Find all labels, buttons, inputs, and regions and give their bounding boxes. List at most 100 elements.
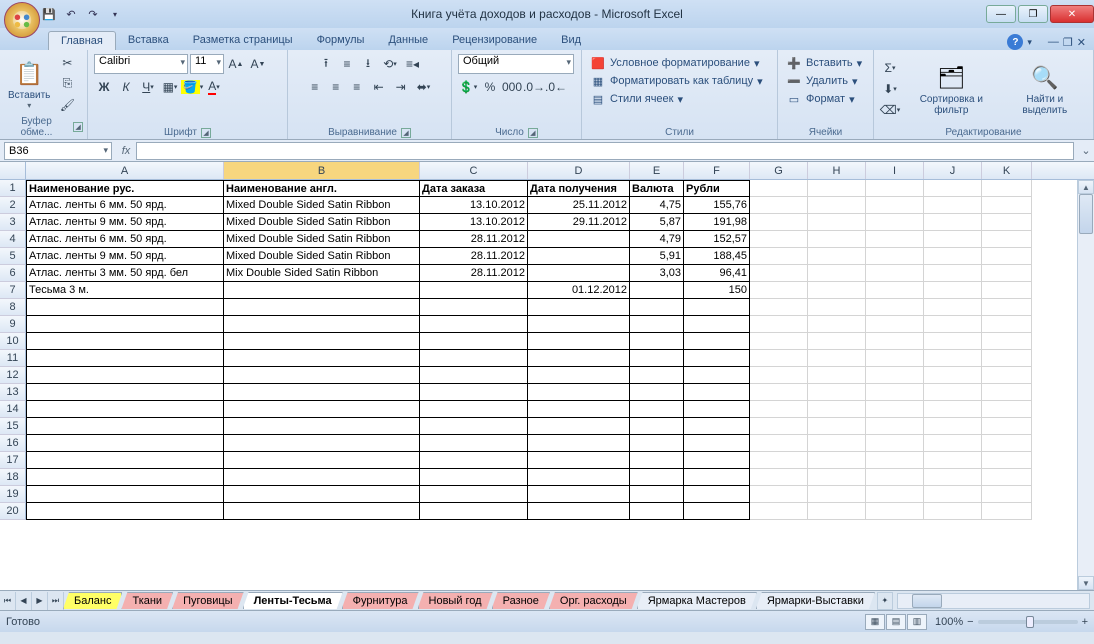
cell-B10[interactable] bbox=[224, 333, 420, 350]
cell-C12[interactable] bbox=[420, 367, 528, 384]
cell-E8[interactable] bbox=[630, 299, 684, 316]
cell-H2[interactable] bbox=[808, 197, 866, 214]
cell-K7[interactable] bbox=[982, 282, 1032, 299]
sheet-tab-4[interactable]: Фурнитура bbox=[342, 592, 419, 609]
view-pagebreak-button[interactable]: ▥ bbox=[907, 614, 927, 630]
sheet-nav-last[interactable]: ⏭ bbox=[48, 592, 64, 610]
cell-D11[interactable] bbox=[528, 350, 630, 367]
align-bottom-button[interactable]: ⭳ bbox=[358, 54, 378, 74]
cell-K4[interactable] bbox=[982, 231, 1032, 248]
border-button[interactable]: ▦▾ bbox=[160, 77, 180, 97]
ribbon-tab-0[interactable]: Главная bbox=[48, 31, 116, 50]
cell-J5[interactable] bbox=[924, 248, 982, 265]
sort-filter-button[interactable]: 🗂 Сортировка и фильтр bbox=[902, 60, 1001, 118]
sheet-tab-8[interactable]: Ярмарка Мастеров bbox=[637, 592, 757, 609]
cell-J14[interactable] bbox=[924, 401, 982, 418]
cell-K1[interactable] bbox=[982, 180, 1032, 197]
cell-E5[interactable]: 5,91 bbox=[630, 248, 684, 265]
autosum-button[interactable]: Σ▾ bbox=[880, 58, 900, 78]
cell-A17[interactable] bbox=[26, 452, 224, 469]
cell-G17[interactable] bbox=[750, 452, 808, 469]
cell-K9[interactable] bbox=[982, 316, 1032, 333]
cell-B16[interactable] bbox=[224, 435, 420, 452]
cell-C1[interactable]: Дата заказа bbox=[420, 180, 528, 197]
cell-D3[interactable]: 29.11.2012 bbox=[528, 214, 630, 231]
copy-button[interactable]: ⎘ bbox=[57, 74, 77, 94]
minimize-button[interactable]: — bbox=[986, 5, 1016, 23]
cell-G3[interactable] bbox=[750, 214, 808, 231]
cell-K8[interactable] bbox=[982, 299, 1032, 316]
cell-I2[interactable] bbox=[866, 197, 924, 214]
cell-K15[interactable] bbox=[982, 418, 1032, 435]
formula-bar-expand[interactable]: ⌄ bbox=[1078, 144, 1094, 157]
cell-E12[interactable] bbox=[630, 367, 684, 384]
cell-D20[interactable] bbox=[528, 503, 630, 520]
cell-K2[interactable] bbox=[982, 197, 1032, 214]
cell-I13[interactable] bbox=[866, 384, 924, 401]
orientation-button[interactable]: ⟲▾ bbox=[380, 54, 400, 74]
sheet-tab-9[interactable]: Ярмарки-Выставки bbox=[756, 592, 875, 609]
cell-H5[interactable] bbox=[808, 248, 866, 265]
cell-C9[interactable] bbox=[420, 316, 528, 333]
mdi-minimize-icon[interactable]: — bbox=[1048, 36, 1059, 48]
cell-G2[interactable] bbox=[750, 197, 808, 214]
cell-C13[interactable] bbox=[420, 384, 528, 401]
cell-F16[interactable] bbox=[684, 435, 750, 452]
cell-H9[interactable] bbox=[808, 316, 866, 333]
cell-H6[interactable] bbox=[808, 265, 866, 282]
cell-E9[interactable] bbox=[630, 316, 684, 333]
cell-G6[interactable] bbox=[750, 265, 808, 282]
cell-F5[interactable]: 188,45 bbox=[684, 248, 750, 265]
number-launcher[interactable]: ◢ bbox=[528, 128, 538, 138]
paste-button[interactable]: 📋 Вставить ▾ bbox=[4, 56, 54, 112]
col-header-H[interactable]: H bbox=[808, 162, 866, 179]
cell-C2[interactable]: 13.10.2012 bbox=[420, 197, 528, 214]
bold-button[interactable]: Ж bbox=[94, 77, 114, 97]
horizontal-scrollbar[interactable] bbox=[897, 593, 1090, 609]
cell-E14[interactable] bbox=[630, 401, 684, 418]
cell-B20[interactable] bbox=[224, 503, 420, 520]
cell-H19[interactable] bbox=[808, 486, 866, 503]
col-header-F[interactable]: F bbox=[684, 162, 750, 179]
cell-K13[interactable] bbox=[982, 384, 1032, 401]
cell-J15[interactable] bbox=[924, 418, 982, 435]
cell-I17[interactable] bbox=[866, 452, 924, 469]
cell-C19[interactable] bbox=[420, 486, 528, 503]
view-normal-button[interactable]: ▦ bbox=[865, 614, 885, 630]
cell-J13[interactable] bbox=[924, 384, 982, 401]
office-button[interactable] bbox=[4, 2, 40, 38]
font-color-button[interactable]: A▾ bbox=[204, 77, 224, 97]
cell-E1[interactable]: Валюта bbox=[630, 180, 684, 197]
cell-B15[interactable] bbox=[224, 418, 420, 435]
cell-C6[interactable]: 28.11.2012 bbox=[420, 265, 528, 282]
cell-E10[interactable] bbox=[630, 333, 684, 350]
ribbon-tab-4[interactable]: Данные bbox=[376, 31, 440, 50]
cell-D10[interactable] bbox=[528, 333, 630, 350]
cell-A19[interactable] bbox=[26, 486, 224, 503]
cell-J3[interactable] bbox=[924, 214, 982, 231]
format-cells-button[interactable]: ▭Формат ▾ bbox=[784, 90, 857, 108]
comma-button[interactable]: 000 bbox=[502, 77, 522, 97]
cell-H11[interactable] bbox=[808, 350, 866, 367]
cell-J18[interactable] bbox=[924, 469, 982, 486]
cell-D2[interactable]: 25.11.2012 bbox=[528, 197, 630, 214]
row-header-5[interactable]: 5 bbox=[0, 248, 26, 265]
cell-H20[interactable] bbox=[808, 503, 866, 520]
currency-button[interactable]: 💲▾ bbox=[458, 77, 478, 97]
cell-E16[interactable] bbox=[630, 435, 684, 452]
fx-icon[interactable]: fx bbox=[116, 145, 136, 157]
cell-H12[interactable] bbox=[808, 367, 866, 384]
cell-H15[interactable] bbox=[808, 418, 866, 435]
cell-C11[interactable] bbox=[420, 350, 528, 367]
cell-G14[interactable] bbox=[750, 401, 808, 418]
cell-E20[interactable] bbox=[630, 503, 684, 520]
col-header-D[interactable]: D bbox=[528, 162, 630, 179]
cell-I14[interactable] bbox=[866, 401, 924, 418]
cell-H18[interactable] bbox=[808, 469, 866, 486]
cell-K16[interactable] bbox=[982, 435, 1032, 452]
name-box[interactable]: B36 bbox=[4, 142, 112, 160]
row-header-6[interactable]: 6 bbox=[0, 265, 26, 282]
col-header-I[interactable]: I bbox=[866, 162, 924, 179]
cell-I12[interactable] bbox=[866, 367, 924, 384]
cell-A4[interactable]: Атлас. ленты 6 мм. 50 ярд. bbox=[26, 231, 224, 248]
